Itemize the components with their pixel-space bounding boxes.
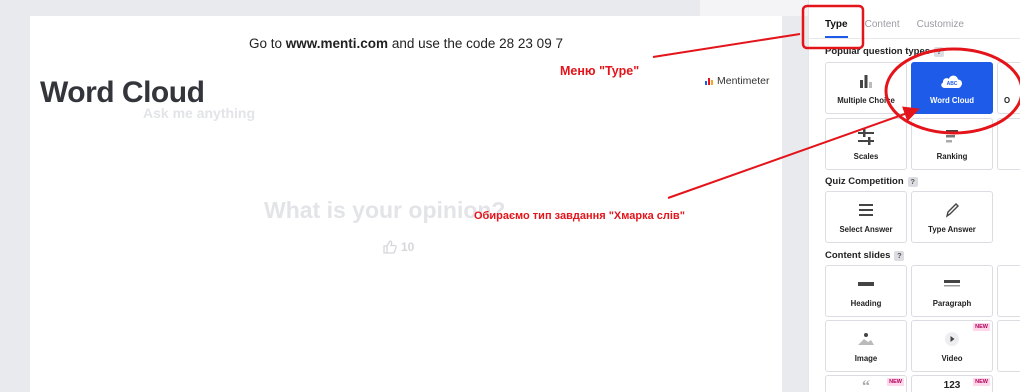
card-quote[interactable]: NEW “ <box>825 375 907 392</box>
join-instructions-prefix: Go to <box>249 36 286 51</box>
heading-icon <box>826 275 906 293</box>
card-image[interactable]: Image <box>825 320 907 372</box>
card-ranking[interactable]: Ranking <box>911 118 993 170</box>
card-number[interactable]: NEW 123 <box>911 375 993 392</box>
card-multiple-choice[interactable]: Multiple Choice <box>825 62 907 114</box>
card-label: Ranking <box>936 152 968 161</box>
bar-chart-icon <box>705 78 713 85</box>
likes-counter: 10 <box>382 239 414 255</box>
slide-preview[interactable]: Go to www.menti.com and use the code 28 … <box>30 16 782 392</box>
paragraph-icon <box>912 275 992 293</box>
card-partial[interactable] <box>997 265 1020 317</box>
join-url: www.menti.com <box>285 36 389 51</box>
card-heading[interactable]: Heading <box>825 265 907 317</box>
image-icon <box>826 330 906 348</box>
section-content-label: Content slides <box>825 250 891 261</box>
card-label: Paragraph <box>932 299 972 308</box>
svg-text:ABC: ABC <box>947 81 958 87</box>
section-quiz-competition: Quiz Competition ? <box>825 176 918 187</box>
panel-tabs: Type Content Customize <box>825 12 981 38</box>
list-icon <box>826 201 906 219</box>
mentimeter-logo: Mentimeter <box>705 75 770 87</box>
ranking-icon <box>912 128 992 146</box>
join-instructions-suffix: and use the code 28 23 09 7 <box>388 36 563 51</box>
help-icon[interactable]: ? <box>894 250 905 261</box>
card-video[interactable]: NEW Video <box>911 320 993 372</box>
help-icon[interactable]: ? <box>934 46 945 57</box>
annotation-choose-word-cloud: Обираємо тип завдання "Хмарка слів" <box>474 210 685 222</box>
quote-icon: “ <box>826 378 906 392</box>
sliders-icon <box>826 128 906 146</box>
section-quiz-label: Quiz Competition <box>825 176 904 187</box>
card-number-label: 123 <box>943 380 961 391</box>
tab-customize[interactable]: Customize <box>917 12 964 38</box>
mentimeter-brand: Mentimeter <box>717 75 770 87</box>
slide-question: What is your opinion? <box>264 197 506 223</box>
annotation-type-menu: Меню "Type" <box>560 64 640 78</box>
bar-chart-icon <box>826 72 906 90</box>
card-scales[interactable]: Scales <box>825 118 907 170</box>
card-label: Scales <box>853 152 879 161</box>
pencil-icon <box>912 201 992 219</box>
play-icon <box>912 330 992 348</box>
section-content-slides: Content slides ? <box>825 250 905 261</box>
cloud-icon: ABC <box>912 72 992 90</box>
slide-subtitle: Ask me anything <box>143 105 256 121</box>
join-instructions: Go to www.menti.com and use the code 28 … <box>30 36 782 51</box>
card-label: Word Cloud <box>929 96 975 105</box>
card-label: Video <box>941 354 963 363</box>
card-label: Image <box>854 354 878 363</box>
slide-top-strip <box>700 0 808 16</box>
card-label: Select Answer <box>839 225 893 234</box>
card-label: Heading <box>850 299 882 308</box>
card-word-cloud[interactable]: ABC Word Cloud <box>911 62 993 114</box>
tab-type[interactable]: Type <box>825 12 848 38</box>
card-label: Multiple Choice <box>837 96 895 105</box>
section-popular-label: Popular question types <box>825 46 931 57</box>
help-icon[interactable]: ? <box>907 176 918 187</box>
screen: Go to www.menti.com and use the code 28 … <box>0 0 1020 392</box>
card-select-answer[interactable]: Select Answer <box>825 191 907 243</box>
tabs-divider <box>809 38 1020 39</box>
card-partial[interactable] <box>997 320 1020 372</box>
thumbs-up-icon <box>383 240 397 254</box>
tab-content[interactable]: Content <box>865 12 900 38</box>
card-partial[interactable] <box>997 118 1020 170</box>
card-open-ended-partial[interactable]: O <box>997 62 1020 114</box>
section-popular-question-types: Popular question types ? <box>825 46 945 57</box>
likes-count: 10 <box>401 240 415 254</box>
card-paragraph[interactable]: Paragraph <box>911 265 993 317</box>
type-panel: Type Content Customize Popular question … <box>808 0 1020 392</box>
card-type-answer[interactable]: Type Answer <box>911 191 993 243</box>
card-label: O <box>1004 96 1011 105</box>
card-label: Type Answer <box>928 225 976 234</box>
svg-text:“: “ <box>862 378 870 392</box>
